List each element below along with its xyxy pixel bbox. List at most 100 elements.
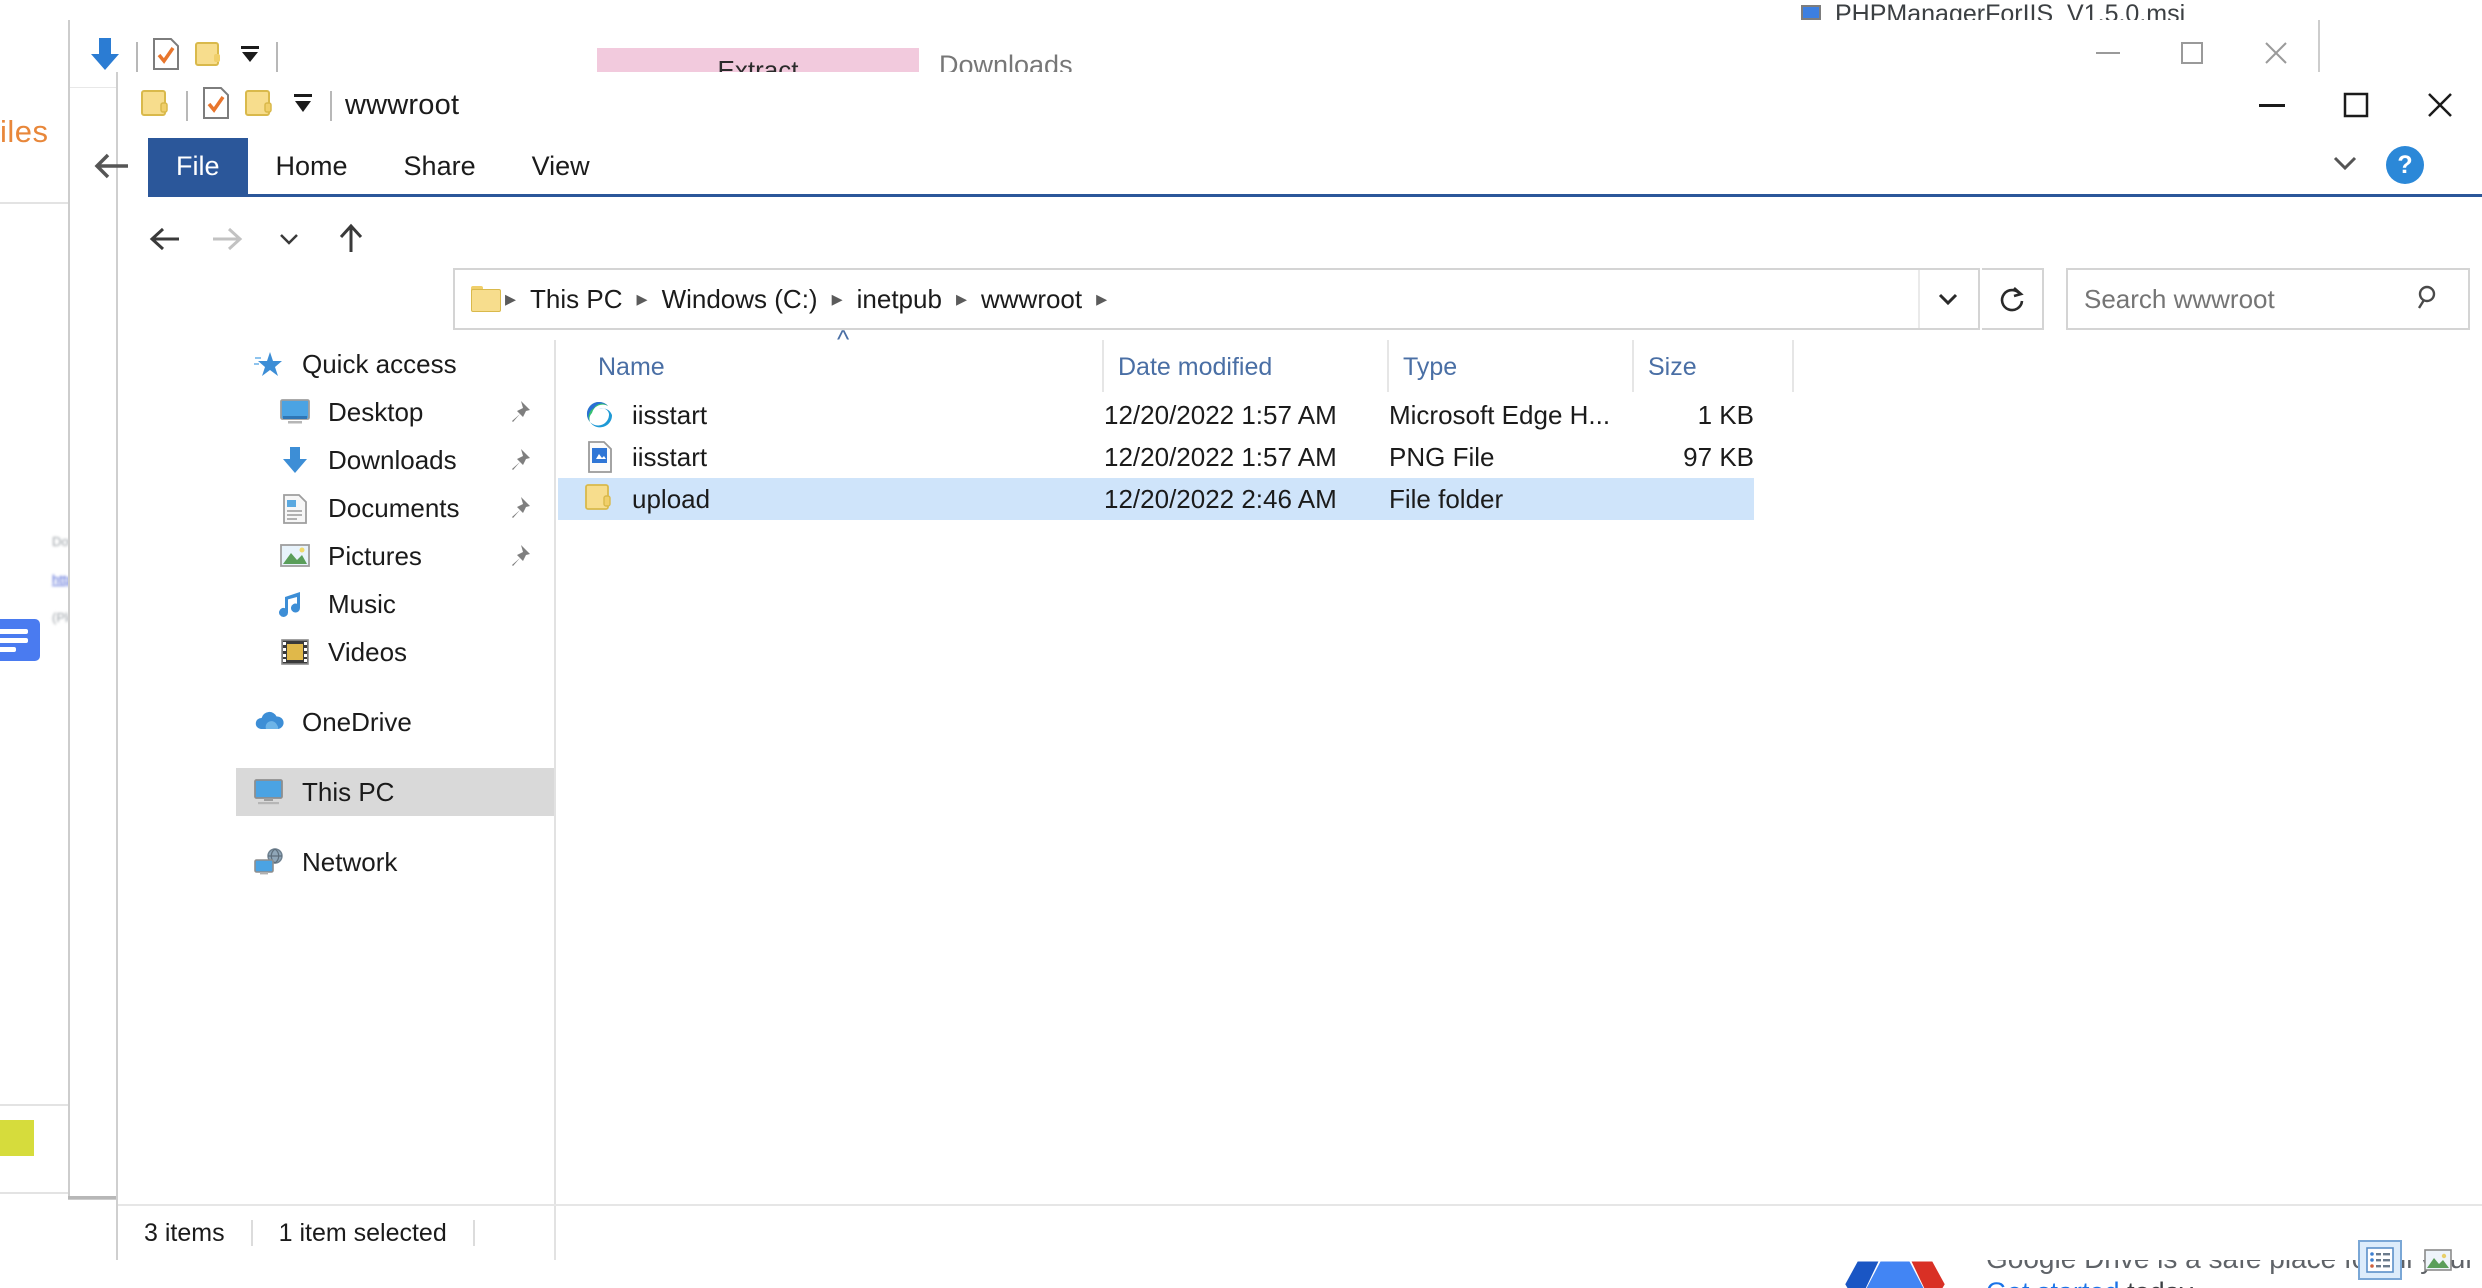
sidebar-item-quick-access[interactable]: Quick access bbox=[236, 340, 554, 388]
get-started-link[interactable]: Get started bbox=[1986, 1277, 2120, 1288]
new-folder-icon[interactable] bbox=[194, 40, 224, 73]
pin-icon[interactable] bbox=[506, 543, 532, 576]
table-row[interactable]: upload 12/20/2022 2:46 AM File folder bbox=[558, 478, 1754, 520]
tab-share[interactable]: Share bbox=[376, 138, 504, 194]
tab-file-label: File bbox=[176, 151, 220, 182]
file-date-cell: 12/20/2022 1:57 AM bbox=[1104, 400, 1389, 431]
column-header-size[interactable]: Size bbox=[1634, 340, 1794, 392]
search-box[interactable] bbox=[2066, 268, 2470, 330]
minimize-icon bbox=[2093, 46, 2123, 60]
downloads-quick-access-toolbar[interactable] bbox=[88, 36, 278, 77]
large-icons-view-icon bbox=[2423, 1247, 2453, 1273]
background-blue-doc-icon bbox=[0, 619, 40, 661]
navigation-pane[interactable]: Quick access Desktop Downloads bbox=[236, 340, 556, 1260]
properties-icon[interactable] bbox=[152, 37, 180, 76]
sidebar-item-downloads[interactable]: Downloads bbox=[236, 436, 554, 484]
spacer bbox=[236, 676, 554, 698]
tab-home[interactable]: Home bbox=[248, 138, 376, 194]
properties-icon[interactable] bbox=[202, 86, 230, 125]
breadcrumb-item-inetpub[interactable]: inetpub bbox=[847, 280, 952, 319]
sidebar-item-music[interactable]: Music bbox=[236, 580, 554, 628]
recent-locations-button[interactable] bbox=[258, 208, 320, 270]
sidebar-item-onedrive[interactable]: OneDrive bbox=[236, 698, 554, 746]
large-icons-view-toggle[interactable] bbox=[2416, 1240, 2460, 1280]
star-pin-icon bbox=[252, 349, 286, 379]
view-toggle-group[interactable] bbox=[2358, 1240, 2460, 1280]
refresh-button[interactable] bbox=[1982, 268, 2044, 330]
thispc-icon bbox=[252, 777, 286, 807]
file-type-cell: File folder bbox=[1389, 484, 1634, 515]
column-header-date-label: Date modified bbox=[1118, 353, 1272, 381]
column-header-row[interactable]: Name ^ Date modified Type Size bbox=[584, 340, 1814, 392]
ribbon-tab-list[interactable]: File Home Share View bbox=[148, 138, 618, 194]
tab-file[interactable]: File bbox=[148, 138, 248, 194]
wwwroot-window-controls[interactable] bbox=[2230, 74, 2482, 136]
close-icon bbox=[2262, 39, 2290, 67]
chevron-down-icon[interactable] bbox=[2330, 152, 2360, 179]
ribbon[interactable]: File Home Share View ? bbox=[118, 138, 2482, 198]
address-dropdown-button[interactable] bbox=[1918, 270, 1976, 328]
ribbon-right-controls[interactable]: ? bbox=[2330, 146, 2424, 184]
sidebar-item-network[interactable]: Network bbox=[236, 838, 554, 886]
address-bar[interactable]: ▸ This PC ▸ Windows (C:) ▸ inetpub ▸ www… bbox=[453, 268, 1980, 330]
column-header-type[interactable]: Type bbox=[1389, 340, 1634, 392]
wwwroot-titlebar[interactable]: wwwroot bbox=[118, 72, 2482, 138]
ribbon-back-arrow-icon[interactable] bbox=[88, 146, 136, 191]
file-rows[interactable]: iisstart 12/20/2022 1:57 AM Microsoft Ed… bbox=[558, 394, 1754, 520]
table-row[interactable]: iisstart 12/20/2022 1:57 AM PNG File 97 … bbox=[558, 436, 1754, 478]
pin-icon[interactable] bbox=[506, 399, 532, 432]
background-gdrive-cta-suffix: today bbox=[2120, 1277, 2194, 1288]
sidebar-item-label: OneDrive bbox=[302, 707, 412, 738]
separator bbox=[473, 1220, 475, 1246]
details-view-toggle[interactable] bbox=[2358, 1240, 2402, 1280]
tab-view[interactable]: View bbox=[504, 138, 618, 194]
breadcrumb-item-windows-c[interactable]: Windows (C:) bbox=[652, 280, 828, 319]
close-button[interactable] bbox=[2398, 74, 2482, 136]
chevron-down-icon bbox=[1935, 289, 1961, 309]
search-input[interactable] bbox=[2084, 284, 2414, 315]
address-bar-row[interactable] bbox=[118, 204, 2482, 274]
music-icon bbox=[278, 589, 312, 619]
breadcrumb-separator: ▸ bbox=[503, 286, 518, 312]
pin-icon[interactable] bbox=[506, 447, 532, 480]
customize-chevron-icon[interactable] bbox=[290, 91, 316, 120]
back-button[interactable] bbox=[134, 208, 196, 270]
sidebar-item-this-pc[interactable]: This PC bbox=[236, 768, 554, 816]
file-name-label: upload bbox=[632, 484, 710, 515]
table-row[interactable]: iisstart 12/20/2022 1:57 AM Microsoft Ed… bbox=[558, 394, 1754, 436]
wwwroot-quick-access-toolbar[interactable] bbox=[140, 86, 332, 125]
downloads-arrow-icon[interactable] bbox=[88, 36, 122, 77]
breadcrumb[interactable]: ▸ This PC ▸ Windows (C:) ▸ inetpub ▸ www… bbox=[455, 280, 1109, 319]
pin-icon[interactable] bbox=[506, 495, 532, 528]
breadcrumb-item-wwwroot[interactable]: wwwroot bbox=[971, 280, 1092, 319]
up-button[interactable] bbox=[320, 208, 382, 270]
close-icon bbox=[2425, 90, 2455, 120]
sidebar-item-desktop[interactable]: Desktop bbox=[236, 388, 554, 436]
column-header-date-modified[interactable]: Date modified bbox=[1104, 340, 1389, 392]
customize-chevron-icon[interactable] bbox=[238, 43, 262, 70]
search-icon[interactable] bbox=[2414, 282, 2444, 317]
sidebar-item-label: Documents bbox=[328, 493, 460, 524]
file-name-cell[interactable]: upload bbox=[558, 482, 1104, 516]
folder-icon[interactable] bbox=[140, 88, 172, 123]
wwwroot-explorer-window[interactable]: wwwroot File Home Share bbox=[116, 72, 2482, 1260]
column-header-name[interactable]: Name ^ bbox=[584, 340, 1104, 392]
sidebar-item-documents[interactable]: Documents bbox=[236, 484, 554, 532]
breadcrumb-separator: ▸ bbox=[1094, 286, 1109, 312]
sidebar-item-label: Music bbox=[328, 589, 396, 620]
file-name-cell[interactable]: iisstart bbox=[558, 440, 1104, 474]
file-list-area[interactable]: Name ^ Date modified Type Size bbox=[558, 340, 2482, 1188]
breadcrumb-separator: ▸ bbox=[830, 286, 845, 312]
refresh-icon bbox=[1997, 283, 2027, 315]
new-folder-icon[interactable] bbox=[244, 88, 276, 123]
minimize-button[interactable] bbox=[2230, 74, 2314, 136]
breadcrumb-item-this-pc[interactable]: This PC bbox=[520, 280, 632, 319]
sidebar-item-pictures[interactable]: Pictures bbox=[236, 532, 554, 580]
background-gdrive-cta: Get started today bbox=[1986, 1277, 2193, 1288]
file-name-cell[interactable]: iisstart bbox=[558, 398, 1104, 432]
breadcrumb-separator: ▸ bbox=[635, 286, 650, 312]
maximize-icon bbox=[2342, 91, 2370, 119]
maximize-button[interactable] bbox=[2314, 74, 2398, 136]
help-button[interactable]: ? bbox=[2386, 146, 2424, 184]
sidebar-item-videos[interactable]: Videos bbox=[236, 628, 554, 676]
